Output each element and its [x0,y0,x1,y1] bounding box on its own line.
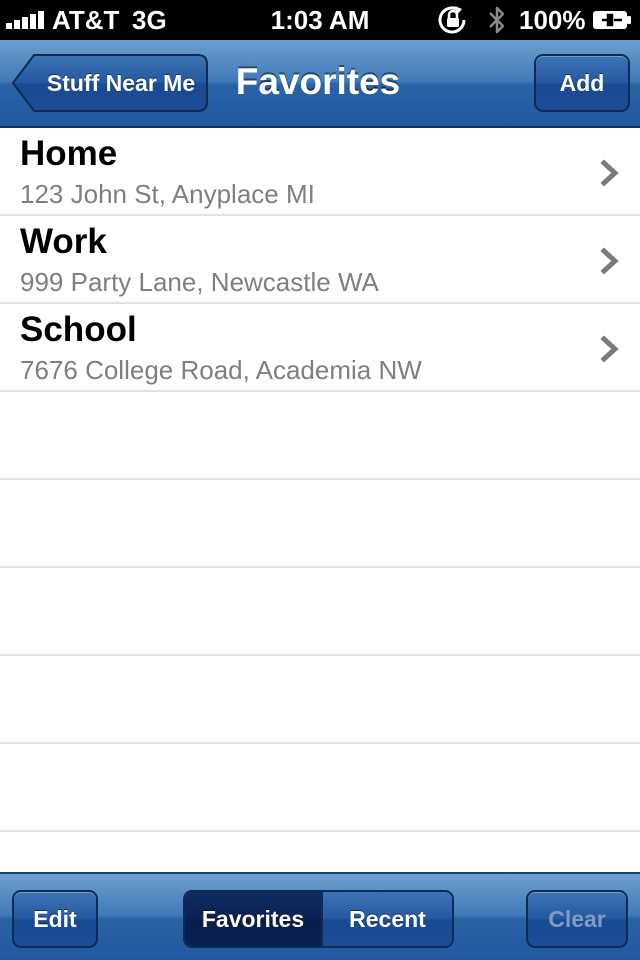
empty-row [0,744,640,832]
battery-percent: 100% [519,5,586,35]
empty-row [0,568,640,656]
favorite-row-school[interactable]: School 7676 College Road, Academia NW [0,304,640,392]
favorites-recent-segmented-control: Favorites Recent [183,890,454,948]
clear-button[interactable]: Clear [526,890,628,948]
empty-row [0,392,640,480]
empty-row [0,656,640,744]
empty-row [0,480,640,568]
status-bar: AT&T 3G 1:03 AM 100% [0,0,640,40]
favorite-name: School [20,310,137,349]
chevron-right-icon [600,247,619,275]
add-button[interactable]: Add [534,54,630,112]
bottom-toolbar: Edit Favorites Recent Clear [0,872,640,960]
rotation-lock-icon [438,6,466,34]
favorite-name: Work [20,222,107,261]
back-button[interactable]: Stuff Near Me [12,54,208,112]
page-title: Favorites [235,61,401,102]
chevron-right-icon [600,159,619,187]
favorite-row-home[interactable]: Home 123 John St, Anyplace MI [0,128,640,216]
favorites-table: Home 123 John St, Anyplace MI Work 999 P… [0,128,640,872]
battery-charging-icon [593,11,631,29]
bluetooth-icon [489,6,505,34]
segment-favorites[interactable]: Favorites [185,892,321,946]
favorite-name: Home [20,134,118,173]
edit-button[interactable]: Edit [12,890,98,948]
favorite-address: 999 Party Lane, Newcastle WA [20,267,379,297]
chevron-right-icon [600,335,619,363]
back-button-label: Stuff Near Me [46,70,196,96]
navigation-bar: Stuff Near Me Favorites Add [0,40,640,128]
favorite-address: 123 John St, Anyplace MI [20,179,315,209]
favorite-row-work[interactable]: Work 999 Party Lane, Newcastle WA [0,216,640,304]
segment-recent[interactable]: Recent [321,892,452,946]
favorite-address: 7676 College Road, Academia NW [20,355,422,385]
